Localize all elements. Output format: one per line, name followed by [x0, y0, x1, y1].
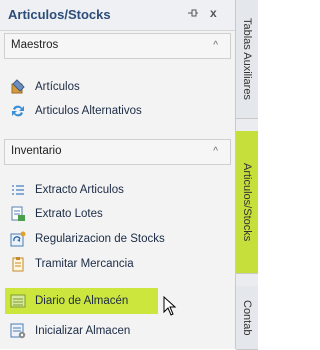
nav-item-label: Extracto Articulos	[35, 184, 124, 196]
nav-item-extracto-articulos[interactable]: Extracto Articulos	[10, 179, 124, 201]
nav-item-inicializar-almacen[interactable]: Inicializar Almacen	[10, 320, 130, 342]
panel-title: Articulos/Stocks	[8, 7, 111, 22]
articulos-stocks-panel: Articulos/Stocks x Maestros ^ Artículos …	[0, 0, 236, 349]
side-tab-articulos-stocks[interactable]: Articulos/Stocks	[236, 131, 258, 274]
group-header-inventario[interactable]: Inventario ^	[4, 139, 231, 165]
clipboard-icon	[10, 256, 26, 272]
box-tag-icon	[10, 79, 26, 95]
panel-title-bar: Articulos/Stocks x	[0, 0, 235, 31]
pin-icon[interactable]	[187, 8, 199, 21]
nav-item-label: Articulos Alternativos	[35, 105, 142, 117]
nav-item-diario-almacen[interactable]: Diario de Almacén	[10, 290, 128, 312]
nav-item-label: Diario de Almacén	[35, 295, 129, 307]
nav-item-regularizacion-stocks[interactable]: Regularizacion de Stocks	[10, 228, 165, 250]
group-title: Inventario	[11, 145, 62, 157]
lots-icon	[10, 206, 26, 222]
side-tab-label: Articulos/Stocks	[241, 162, 253, 242]
nav-item-label: Artículos	[35, 81, 80, 93]
close-icon[interactable]: x	[210, 6, 217, 20]
nav-item-label: Extrato Lotes	[35, 208, 103, 220]
group-header-maestros[interactable]: Maestros ^	[4, 33, 231, 59]
nav-item-tramitar-mercancia[interactable]: Tramitar Mercancia	[10, 253, 134, 275]
collapse-chevron-icon[interactable]: ^	[213, 146, 218, 157]
side-tab-label: Contab	[241, 299, 253, 336]
nav-item-articulos-alternativos[interactable]: Articulos Alternativos	[10, 100, 142, 122]
list-icon	[10, 182, 26, 198]
init-warehouse-icon	[10, 323, 26, 339]
side-tab-tablas-auxiliares[interactable]: Tablas Auxiliares	[236, 0, 258, 119]
side-tab-label: Tablas Auxiliares	[241, 18, 253, 100]
nav-item-label: Tramitar Mercancia	[35, 258, 134, 270]
regularize-icon	[10, 231, 26, 247]
group-title: Maestros	[11, 39, 59, 51]
nav-item-extrato-lotes[interactable]: Extrato Lotes	[10, 203, 103, 225]
nav-item-label: Inicializar Almacen	[35, 325, 131, 337]
collapse-chevron-icon[interactable]: ^	[213, 40, 218, 51]
side-tab-contab[interactable]: Contab	[236, 286, 258, 350]
journal-icon	[10, 293, 26, 309]
mouse-cursor-icon	[163, 295, 177, 321]
nav-item-label: Regularizacion de Stocks	[35, 233, 165, 245]
nav-item-articulos[interactable]: Artículos	[10, 76, 80, 98]
swap-arrows-icon	[10, 103, 26, 119]
